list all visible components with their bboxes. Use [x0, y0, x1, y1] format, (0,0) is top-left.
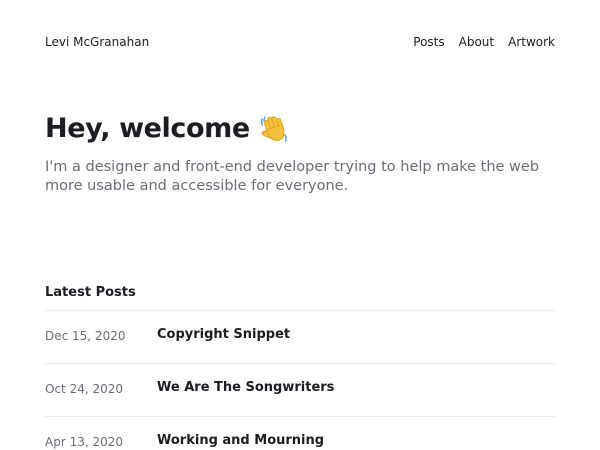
- post-row: Oct 24, 2020 We Are The Songwriters: [45, 363, 555, 416]
- hero-title-text: Hey, welcome: [45, 112, 250, 144]
- post-date: Dec 15, 2020: [45, 329, 126, 343]
- post-title-link[interactable]: Working and Mourning: [157, 433, 324, 448]
- post-date: Apr 13, 2020: [45, 435, 124, 449]
- hero-subtitle: I'm a designer and front-end developer t…: [45, 159, 540, 194]
- main-nav: Posts About Artwork: [413, 35, 555, 49]
- nav-link-posts[interactable]: Posts: [413, 35, 444, 49]
- nav-link-artwork[interactable]: Artwork: [508, 35, 555, 49]
- page: Levi McGranahan Posts About Artwork Hey,…: [0, 0, 600, 450]
- post-list: Dec 15, 2020 Copyright Snippet Oct 24, 2…: [45, 310, 555, 450]
- post-row: Apr 13, 2020 Working and Mourning: [45, 416, 555, 450]
- hero-title: Hey, welcome: [45, 112, 290, 144]
- post-title-link[interactable]: We Are The Songwriters: [157, 380, 334, 395]
- nav-link-about[interactable]: About: [459, 35, 494, 49]
- post-date: Oct 24, 2020: [45, 382, 123, 396]
- site-name-link[interactable]: Levi McGranahan: [45, 35, 149, 49]
- post-row: Dec 15, 2020 Copyright Snippet: [45, 310, 555, 363]
- site-header: Levi McGranahan Posts About Artwork: [45, 33, 555, 51]
- post-title-link[interactable]: Copyright Snippet: [157, 327, 290, 342]
- latest-posts-heading: Latest Posts: [45, 285, 136, 300]
- waving-hand-icon: [258, 112, 290, 144]
